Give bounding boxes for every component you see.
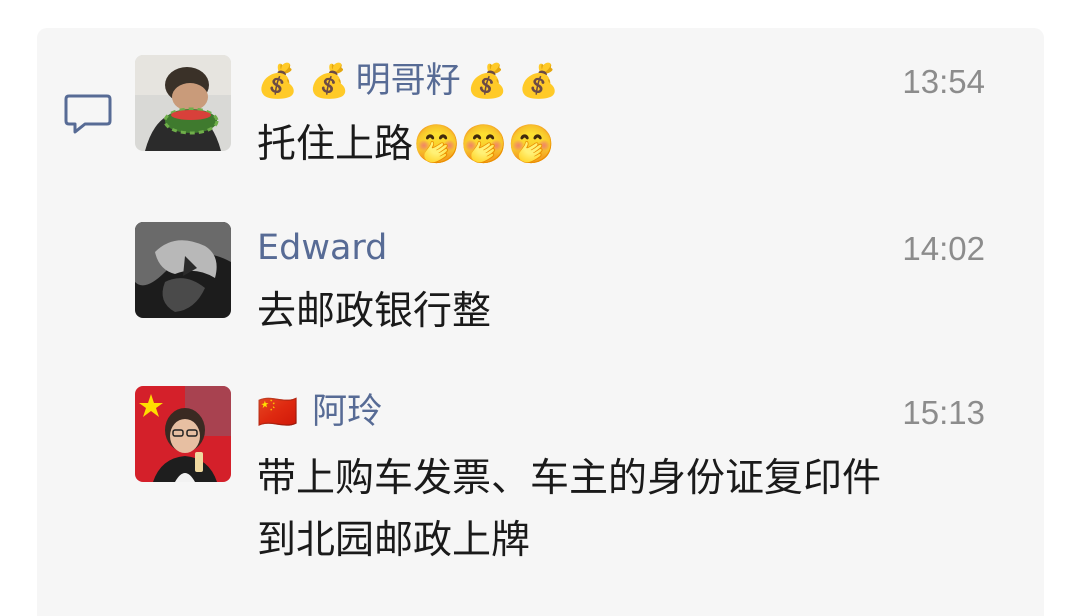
comment-time: 15:13 — [902, 394, 985, 431]
comment-text-line: 带上购车发票、车主的身份证复印件 — [257, 456, 882, 501]
money-bag-icon: 💰 💰 — [257, 61, 350, 100]
author-name: 阿玲 — [312, 392, 383, 432]
face-with-hand-over-mouth-icon: 🤭🤭🤭 — [413, 122, 555, 166]
comment-text: 托住上路🤭🤭🤭 — [257, 113, 987, 176]
comment-author[interactable]: Edward — [257, 228, 387, 268]
comment-bubble-icon[interactable] — [63, 93, 113, 135]
author-name: 明哥籽 — [355, 61, 461, 101]
china-flag-icon: 🇨🇳 — [257, 392, 299, 431]
comment-time: 14:02 — [902, 230, 985, 267]
dark-illustration-avatar[interactable] — [135, 222, 231, 318]
comment-item: Edward 14:02 去邮政银行整 — [135, 222, 985, 362]
comment-text-line: 到北园邮政上牌 — [257, 518, 531, 563]
comment-text: 带上购车发票、车主的身份证复印件 到北园邮政上牌 — [257, 448, 987, 572]
woman-with-flag-avatar[interactable] — [135, 386, 231, 482]
author-name: Edward — [257, 228, 388, 268]
money-bag-icon: 💰 💰 — [466, 61, 560, 100]
comment-time: 13:54 — [902, 63, 985, 100]
comment-author[interactable]: 💰 💰 明哥籽 💰 💰 — [257, 61, 559, 101]
comment-text-body: 托住上路 — [257, 122, 414, 167]
comment-author[interactable]: 🇨🇳 阿玲 — [257, 392, 382, 432]
watermelon-person-avatar[interactable] — [135, 55, 231, 151]
comment-item: 🇨🇳 阿玲 15:13 带上购车发票、车主的身份证复印件 到北园邮政上牌 — [135, 386, 985, 586]
comment-item: 💰 💰 明哥籽 💰 💰 13:54 托住上路🤭🤭🤭 — [135, 55, 985, 195]
comment-text: 去邮政银行整 — [257, 289, 492, 334]
